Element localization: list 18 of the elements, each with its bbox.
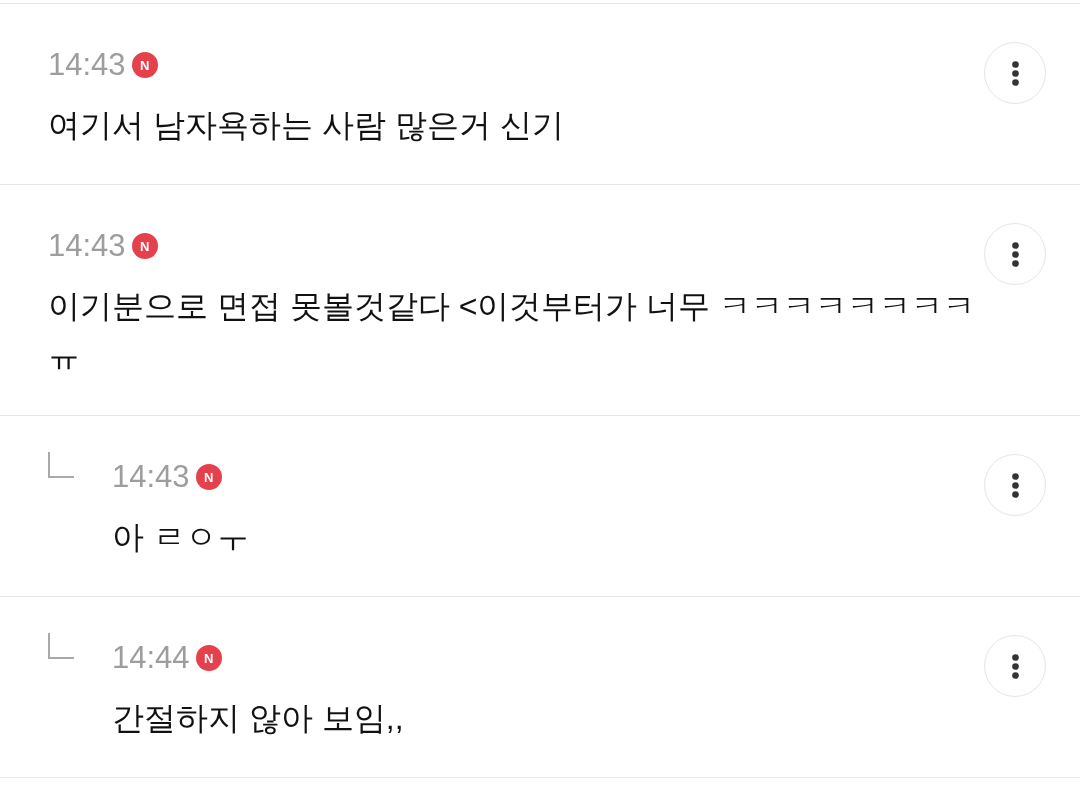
comment-text: 여기서 남자욕하는 사람 많은거 신기 [48, 106, 565, 145]
reply-corner-icon [48, 633, 74, 659]
comment-text: 이기분으로 면접 못볼것같다 <이것부터가 너무 ㅋㅋㅋㅋㅋㅋㅋㅋㅠ [48, 287, 977, 376]
comment-time: 14:43 [48, 228, 126, 264]
vertical-dots-icon [1011, 60, 1019, 86]
new-badge: N [195, 464, 222, 490]
new-badge: N [195, 645, 222, 671]
new-badge: N [131, 52, 158, 78]
comment-text: 간절하지 않아 보임,, [112, 699, 405, 738]
new-badge: N [131, 233, 158, 259]
comment-text: 아 ㄹㅇㅜ [112, 518, 250, 557]
reply-corner-icon [48, 452, 74, 478]
comment-time: 14:43 [48, 47, 126, 83]
comment-time: 14:44 [112, 640, 190, 676]
vertical-dots-icon [1011, 472, 1019, 498]
vertical-dots-icon [1011, 653, 1019, 679]
comment-time: 14:43 [112, 459, 190, 495]
vertical-dots-icon [1011, 241, 1019, 267]
